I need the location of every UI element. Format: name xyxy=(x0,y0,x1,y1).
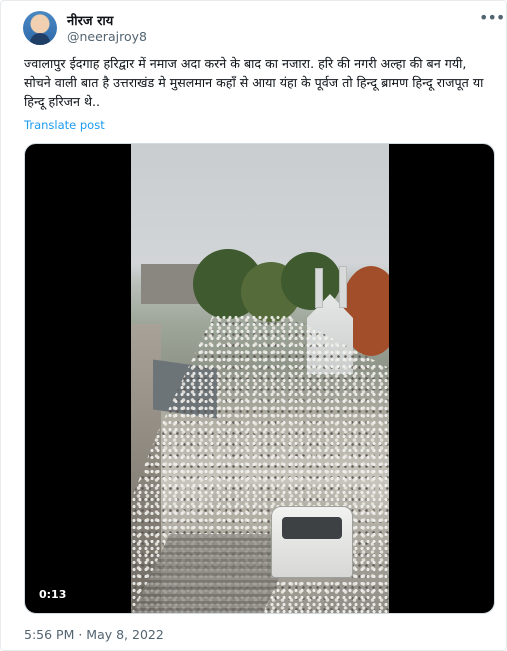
author-handle[interactable]: @neerajroy8 xyxy=(67,29,147,44)
tweet-timestamp[interactable]: 5:56 PM · May 8, 2022 xyxy=(24,627,164,642)
video-scene-minaret xyxy=(315,268,323,308)
avatar[interactable] xyxy=(23,11,57,45)
tweet-card: नीरज राय @neerajroy8 ••• ज्वालापुर ईदगाह… xyxy=(0,0,507,651)
tweet-text: ज्वालापुर ईदगाह हरिद्वार में नमाज अदा कर… xyxy=(24,56,484,109)
more-horizontal-icon[interactable]: ••• xyxy=(479,9,505,29)
video-scene-building xyxy=(141,264,201,304)
video-thumbnail[interactable] xyxy=(131,144,389,613)
translate-post-link[interactable]: Translate post xyxy=(24,118,105,132)
video-scene-minaret xyxy=(339,266,347,308)
video-scene-car xyxy=(271,506,353,578)
video-player[interactable]: 0:13 xyxy=(24,143,495,614)
author-display-name[interactable]: नीरज राय xyxy=(67,11,113,29)
video-duration: 0:13 xyxy=(35,586,71,603)
video-scene-sky xyxy=(131,144,389,264)
